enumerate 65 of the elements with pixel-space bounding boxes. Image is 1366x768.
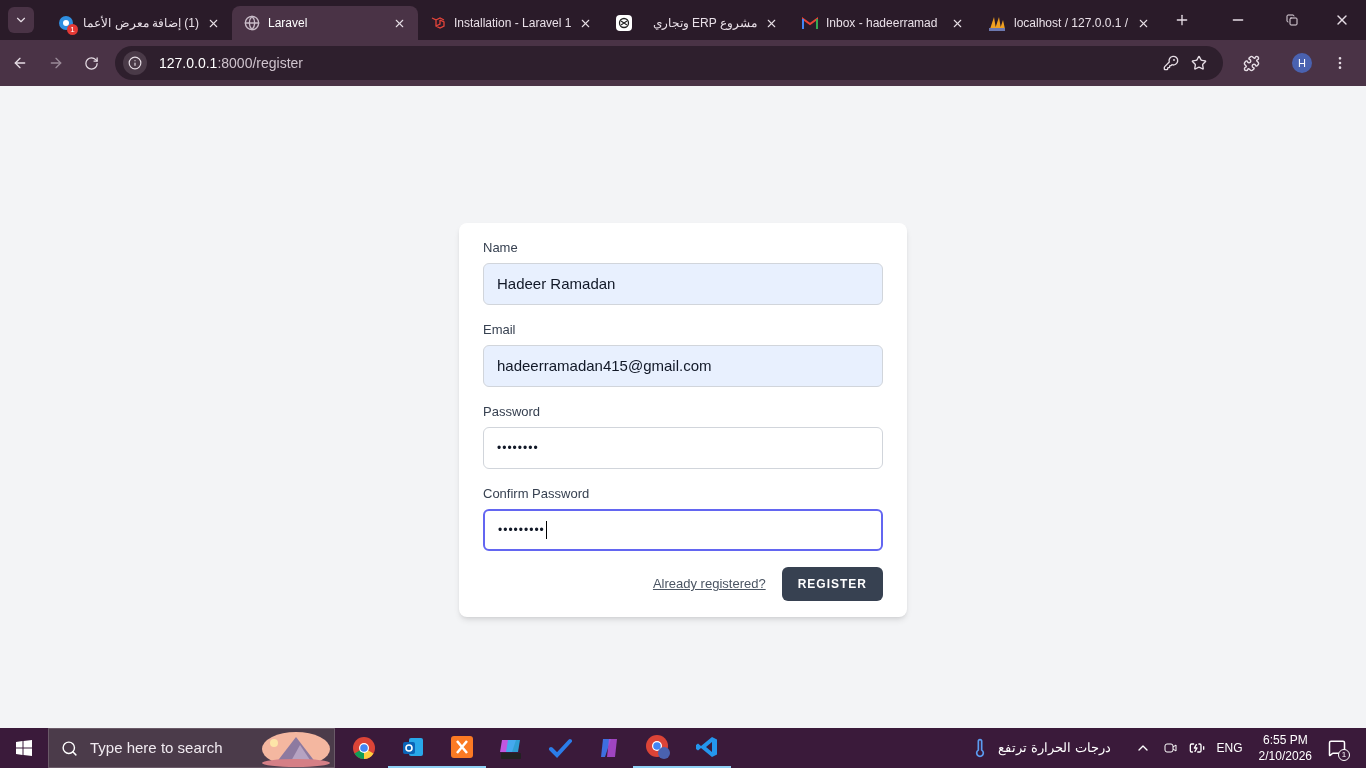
tab-title: Installation - Laravel 1 <box>454 15 571 32</box>
field-label: Confirm Password <box>483 485 591 503</box>
field-value: •••••••• <box>497 440 539 457</box>
search-placeholder: Type here to search <box>90 737 223 758</box>
weather-text[interactable]: درجات الحرارة ترتفع <box>998 738 1111 758</box>
sails-icon <box>988 15 1006 31</box>
browser-tab[interactable]: Laravel <box>232 6 418 40</box>
globe-icon <box>244 15 260 31</box>
info-icon <box>128 56 142 70</box>
xampp-icon[interactable] <box>449 735 474 759</box>
knot-icon <box>616 15 632 31</box>
mail-icon <box>802 17 818 29</box>
notification-badge: 1 <box>67 24 78 35</box>
language-indicator[interactable]: ENG <box>1216 739 1243 757</box>
extensions-icon[interactable] <box>1243 54 1260 72</box>
taskbar-search-field[interactable]: Type here to search <box>48 728 335 768</box>
notifications-icon[interactable] <box>1328 739 1346 757</box>
field-label: Password <box>483 403 542 421</box>
field-value: ••••••••• <box>498 522 545 539</box>
login-link[interactable]: Already registered? <box>652 574 766 594</box>
field-label: Name <box>483 239 519 257</box>
chrome-icon[interactable] <box>644 734 671 760</box>
profile-avatar[interactable]: H <box>1292 53 1312 73</box>
input-field[interactable]: ••••••••• <box>483 509 883 551</box>
notification-count: 1 <box>1338 749 1350 761</box>
search-icon <box>61 739 78 757</box>
back-icon[interactable] <box>12 55 28 71</box>
browser-tab[interactable]: مشروع ERP وتجاري <box>604 6 790 40</box>
forward-icon[interactable] <box>48 55 64 71</box>
register-button[interactable]: REGISTER <box>781 567 883 601</box>
tab-title: (1) إضافة معرض الأعما <box>82 14 199 32</box>
browser-tab[interactable]: localhost / 127.0.0.1 / <box>976 6 1162 40</box>
field-value: hadeerramadan415@gmail.com <box>497 355 712 376</box>
url-host: 127.0.0.1 <box>159 53 218 73</box>
key-icon[interactable] <box>1163 55 1179 71</box>
browser-tab[interactable]: Inbox - hadeerramad <box>790 6 976 40</box>
new-tab-icon[interactable] <box>1174 12 1190 28</box>
input-field[interactable]: hadeerramadan415@gmail.com <box>483 345 883 387</box>
star-icon[interactable] <box>1191 55 1207 71</box>
tab-title: Laravel <box>268 15 309 32</box>
reload-icon[interactable] <box>84 55 99 71</box>
field-value: Hadeer Ramadan <box>497 273 616 294</box>
text-cursor <box>545 521 547 539</box>
input-field[interactable]: •••••••• <box>483 427 883 469</box>
tab-title: localhost / 127.0.0.1 / <box>1014 15 1129 32</box>
windows-logo-icon[interactable] <box>16 740 32 756</box>
address-bar[interactable]: 127.0.0.1:8000/register <box>115 46 1223 80</box>
chrome-icon[interactable] <box>351 736 376 760</box>
clock-date[interactable]: 2/10/2026 <box>1258 748 1312 764</box>
restore-icon[interactable] <box>1286 14 1298 26</box>
browser-tab[interactable]: Installation - Laravel 1 <box>418 6 604 40</box>
checkmark-icon[interactable] <box>547 736 572 760</box>
site-info-button[interactable] <box>123 51 147 75</box>
clock-time[interactable]: 6:55 PM <box>1262 732 1308 748</box>
battery-icon[interactable] <box>1188 740 1205 756</box>
camera-icon[interactable] <box>1162 741 1177 755</box>
tab-search-button[interactable] <box>8 7 34 33</box>
mail-icon[interactable] <box>400 735 425 759</box>
tab-title: Inbox - hadeerramad <box>826 15 939 32</box>
input-field[interactable]: Hadeer Ramadan <box>483 263 883 305</box>
field-label: Email <box>483 321 517 339</box>
url-path: :8000/register <box>217 53 303 73</box>
code-editor-icon[interactable] <box>694 735 719 759</box>
tab-title: مشروع ERP وتجاري <box>651 15 757 32</box>
cube-icon <box>430 15 446 31</box>
